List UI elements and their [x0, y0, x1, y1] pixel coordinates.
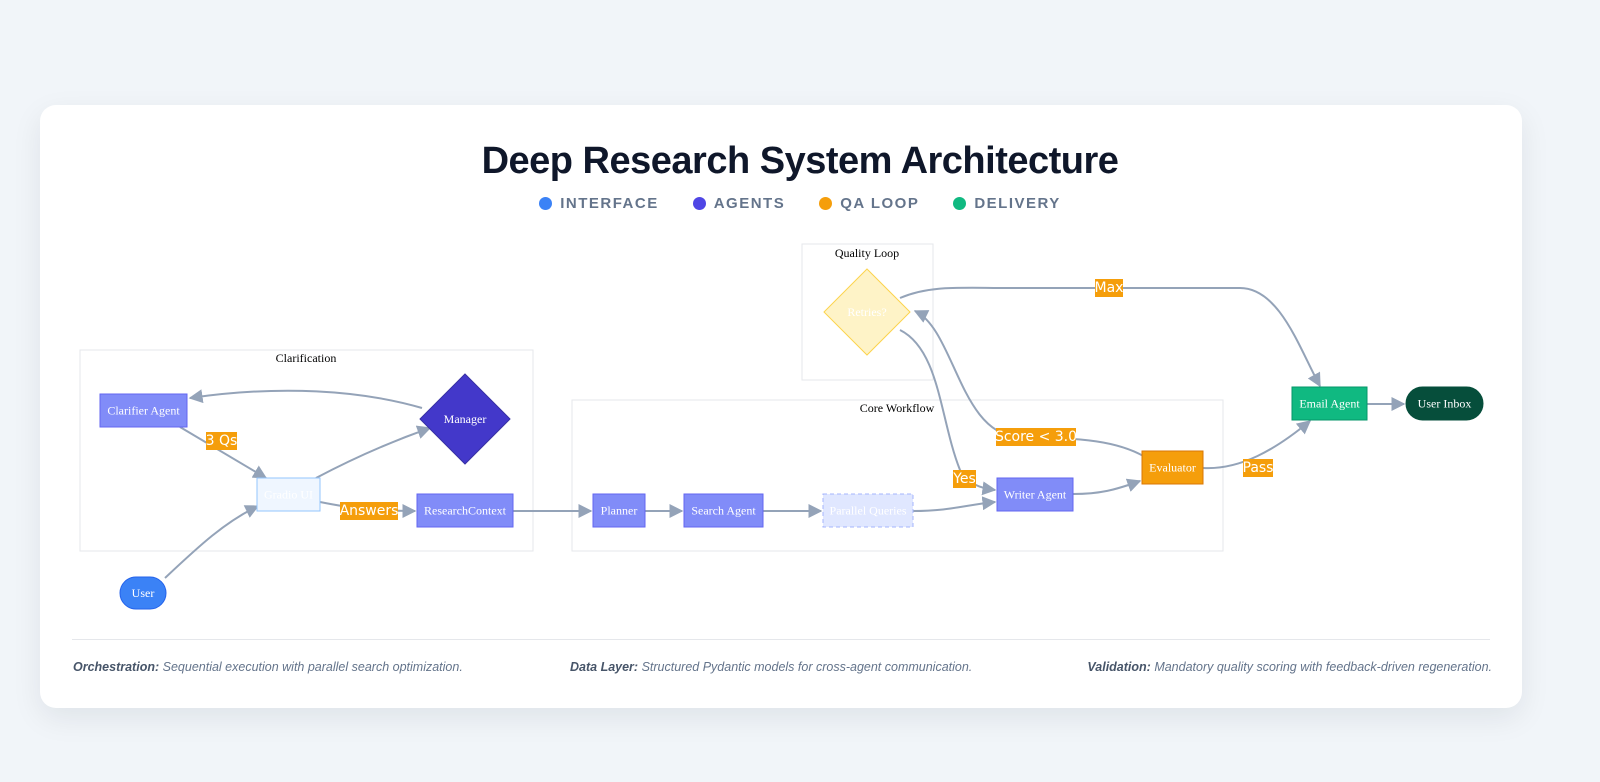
- node-label: Search Agent: [691, 504, 756, 518]
- edge-label-score: Score < 3.0: [995, 428, 1077, 446]
- edge-label-text: Score < 3.0: [995, 429, 1077, 445]
- footer-label: Validation:: [1087, 660, 1151, 674]
- node-label: Email Agent: [1299, 397, 1360, 411]
- node-writer-agent[interactable]: Writer Agent: [996, 477, 1074, 512]
- node-label: Planner: [601, 504, 638, 518]
- edge-label-yes: Yes: [952, 470, 976, 488]
- node-label: Clarifier Agent: [107, 404, 180, 418]
- edge-label-pass: Pass: [1243, 459, 1274, 477]
- footer-divider: [72, 639, 1490, 640]
- node-email-agent[interactable]: Email Agent: [1291, 386, 1368, 421]
- footer-text: Structured Pydantic models for cross-age…: [641, 660, 973, 674]
- node-evaluator[interactable]: Evaluator: [1141, 450, 1204, 485]
- footer-data-layer: Data Layer: Structured Pydantic models f…: [570, 660, 972, 674]
- cluster-label: Clarification: [276, 351, 337, 365]
- edge-label-text: Pass: [1243, 460, 1274, 476]
- node-label: Parallel Queries: [830, 504, 907, 518]
- node-parallel-queries[interactable]: Parallel Queries: [822, 493, 914, 528]
- edge-label-text: Max: [1095, 280, 1124, 296]
- node-label: Retries?: [847, 305, 886, 319]
- node-label: Writer Agent: [1004, 488, 1067, 502]
- cluster-label: Quality Loop: [835, 246, 899, 260]
- node-user-inbox[interactable]: User Inbox: [1405, 386, 1484, 421]
- edge-label-answers: Answers: [340, 502, 399, 520]
- node-planner[interactable]: Planner: [592, 493, 646, 528]
- footer-label: Data Layer:: [570, 660, 639, 674]
- node-gradio-ui[interactable]: Gradio UI: [256, 477, 321, 512]
- node-label: User: [132, 586, 155, 600]
- node-clarifier-agent[interactable]: Clarifier Agent: [99, 393, 188, 428]
- cluster-label: Core Workflow: [860, 401, 935, 415]
- edge-label-max: Max: [1095, 279, 1124, 297]
- node-research-context[interactable]: ResearchContext: [416, 493, 514, 528]
- edge-label-text: 3 Qs: [206, 433, 238, 449]
- node-label: Manager: [444, 412, 487, 426]
- footer-orchestration: Orchestration: Sequential execution with…: [73, 660, 463, 674]
- footer-validation: Validation: Mandatory quality scoring wi…: [1087, 660, 1492, 674]
- node-label: User Inbox: [1418, 397, 1472, 411]
- footer-label: Orchestration:: [73, 660, 160, 674]
- node-label: Evaluator: [1149, 461, 1196, 475]
- node-label: ResearchContext: [424, 504, 507, 518]
- edge-retries-email: [899, 286, 1321, 388]
- footer-text: Mandatory quality scoring with feedback-…: [1154, 660, 1492, 674]
- cluster-core-workflow: Core Workflow: [571, 399, 1224, 552]
- edge-label-text: Yes: [952, 471, 976, 487]
- edge-label-text: Answers: [340, 503, 399, 519]
- edge-label-3-qs: 3 Qs: [206, 432, 238, 450]
- node-search-agent[interactable]: Search Agent: [683, 493, 764, 528]
- node-user[interactable]: User: [119, 576, 167, 610]
- footer-text: Sequential execution with parallel searc…: [162, 660, 463, 674]
- node-label: Gradio UI: [264, 488, 313, 502]
